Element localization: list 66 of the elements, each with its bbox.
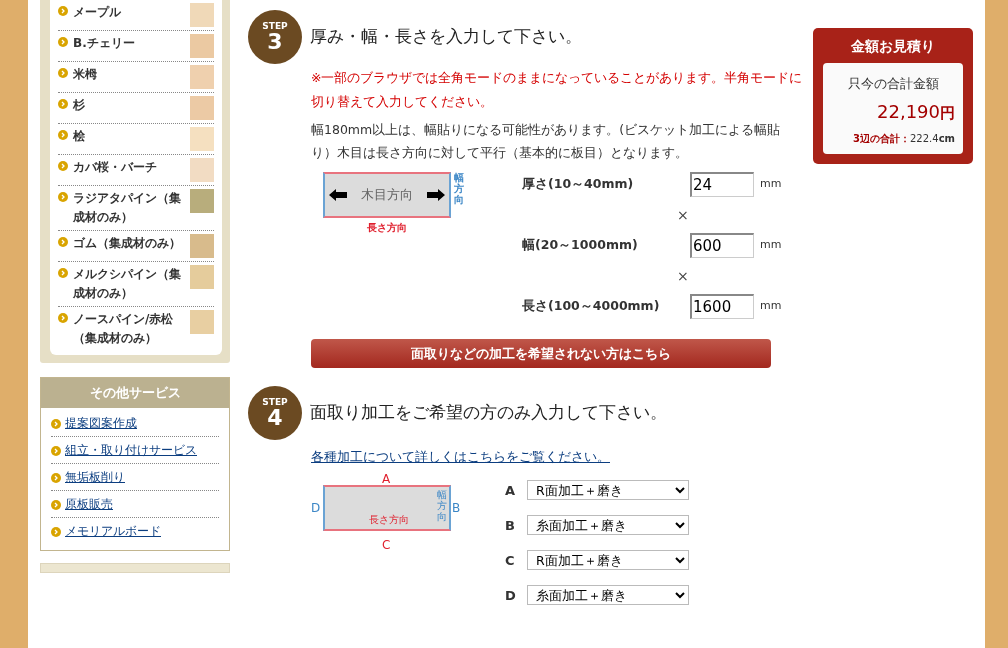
service-link[interactable]: 組立・取り付けサービス [65, 440, 197, 459]
wood-list-item[interactable]: 桧 [58, 124, 214, 155]
number-field[interactable]: 600 [690, 233, 754, 258]
sides-total: 3辺の合計：222.4cm [852, 131, 955, 146]
wood-list-item[interactable]: ノースパイン/赤松（集成材のみ） [58, 307, 214, 351]
unit-label: mm [760, 176, 782, 193]
wood-name: メープル [73, 4, 122, 21]
wood-name: カバ桜・バーチ [73, 159, 158, 176]
panel-title: その他サービス [41, 378, 229, 408]
processing-link[interactable]: 各種加工について詳しくはこちらをご覧ください。 [311, 448, 610, 467]
number-field[interactable]: 1600 [690, 294, 754, 319]
edge-label: B [452, 501, 461, 514]
chamfer-select[interactable]: R面加工＋磨き [527, 550, 689, 571]
warning-text: ※一部のブラウザでは全角モードのままになっていることがあります。半角モードに切り替えて入力してください。 [311, 69, 803, 111]
wood-name: ラジアタパイン（集成材のみ） [73, 190, 182, 226]
length-label: 長さ方向 [366, 221, 408, 235]
wood-list-item[interactable]: 杉 [58, 93, 214, 124]
wood-list-item[interactable]: カバ桜・バーチ [58, 155, 214, 186]
no-processing-button[interactable]: 面取りなどの加工を希望されない方はこちら [311, 339, 771, 368]
wood-name: ゴム（集成材のみ） [73, 235, 182, 252]
edge-letter: C [505, 551, 516, 570]
edge-letter: B [505, 516, 516, 535]
step-badge: STEP 4 [248, 386, 302, 440]
wood-name: 杉 [73, 97, 86, 114]
total-label: 只今の合計金額 [846, 75, 940, 93]
step-title: 厚み・幅・長さを入力して下さい。 [310, 25, 582, 49]
service-link[interactable]: 提案図案作成 [65, 413, 137, 432]
width-label: 幅方向 [437, 488, 447, 522]
width-label: 幅方向 [454, 172, 464, 207]
wood-list-item[interactable]: ラジアタパイン（集成材のみ） [58, 186, 214, 231]
field-label: 長さ(100～4000mm) [522, 297, 661, 316]
multiply-sign: × [677, 206, 690, 225]
service-link[interactable]: 原板販売 [65, 494, 113, 513]
service-link[interactable]: メモリアルボード [65, 521, 161, 540]
service-link[interactable]: 無垢板削り [65, 467, 125, 486]
note-text: 幅180mm以上は、幅貼りになる可能性があります。(ビスケット加工による幅貼り）木目は長さ方向に対して平行（基本的に板目）となります。 [311, 121, 782, 162]
total-amount: 22,190円 [876, 99, 955, 124]
chamfer-select[interactable]: R面加工＋磨き [527, 480, 689, 501]
multiply-sign: × [677, 267, 690, 286]
chamfer-select[interactable]: 糸面加工＋磨き [527, 515, 689, 536]
wood-name: メルクシパイン（集成材のみ） [73, 266, 182, 302]
wood-list-item[interactable]: 米栂 [58, 62, 214, 93]
wood-list-item[interactable]: メープル [58, 0, 214, 31]
wood-name: B.チェリー [73, 35, 136, 52]
wood-list-item[interactable]: B.チェリー [58, 31, 214, 62]
wood-list-item[interactable]: ゴム（集成材のみ） [58, 231, 214, 262]
field-label: 厚さ(10～40mm) [522, 175, 635, 194]
estimate-title: 金額お見積り [850, 37, 936, 56]
edge-label: A [382, 472, 391, 485]
step-title: 面取り加工をご希望の方のみ入力して下さい。 [310, 401, 667, 425]
wood-name: 桧 [73, 128, 86, 145]
unit-label: mm [760, 298, 782, 315]
edge-letter: D [505, 586, 517, 605]
edge-label: C [382, 538, 391, 551]
chamfer-select[interactable]: 糸面加工＋磨き [527, 585, 689, 606]
edge-label: D [311, 501, 321, 514]
number-field[interactable]: 24 [690, 172, 754, 197]
step-badge: STEP 3 [248, 10, 302, 64]
wood-name: 米栂 [73, 66, 98, 83]
field-label: 幅(20～1000mm) [522, 236, 639, 255]
wood-name: ノースパイン/赤松（集成材のみ） [73, 311, 175, 347]
wood-list-item[interactable]: メルクシパイン（集成材のみ） [58, 262, 214, 307]
unit-label: mm [760, 237, 782, 254]
grain-label: 木目方向 [361, 185, 413, 204]
length-label: 長さ方向 [369, 512, 409, 527]
edge-letter: A [505, 481, 517, 500]
